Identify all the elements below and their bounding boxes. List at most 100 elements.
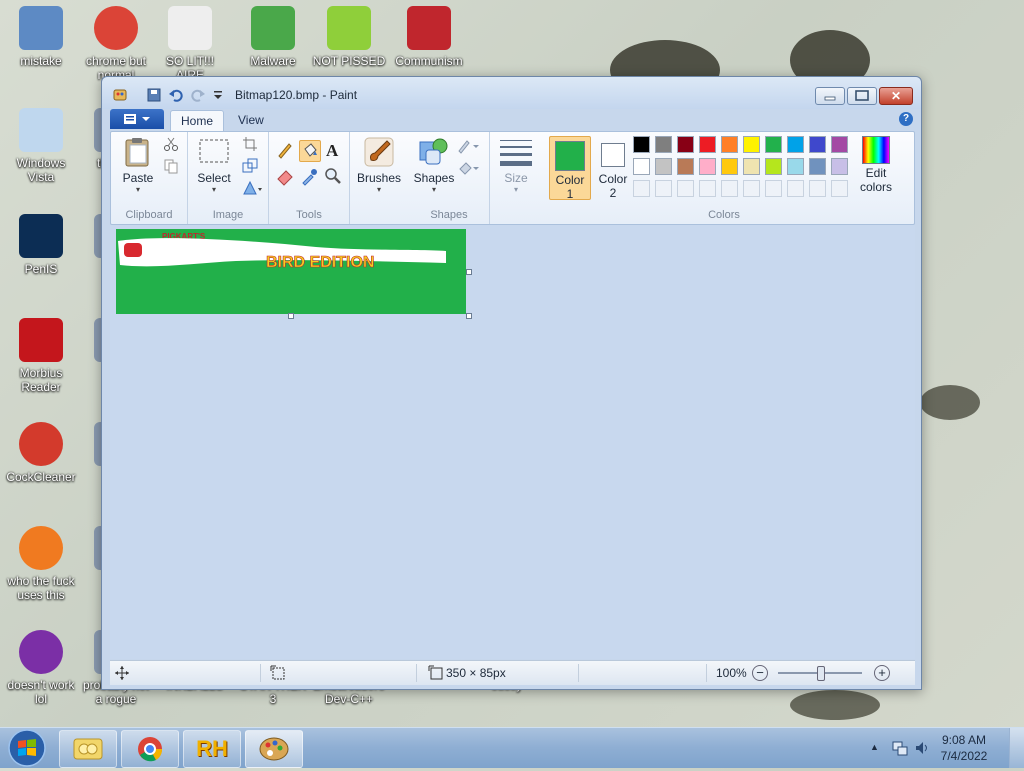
drawing-canvas[interactable]: PIGKART'S BIRD EDITION — [116, 229, 466, 314]
palette-swatch[interactable] — [743, 158, 760, 175]
palette-swatch[interactable] — [633, 158, 650, 175]
desktop-icon[interactable]: who the fuck uses this — [4, 526, 78, 602]
start-button[interactable] — [2, 728, 52, 768]
color-picker-icon[interactable] — [299, 166, 319, 186]
help-icon[interactable]: ? — [899, 112, 913, 126]
desktop-icon[interactable]: Morbius Reader — [4, 318, 78, 394]
taskbar-explorer-button[interactable] — [59, 730, 117, 768]
desktop-icon[interactable]: CockCleaner — [4, 422, 78, 484]
desktop-icon[interactable]: Communism — [392, 6, 466, 68]
palette-empty-swatch[interactable] — [655, 180, 672, 197]
redo-icon[interactable] — [190, 87, 206, 103]
taskbar-chrome-button[interactable] — [121, 730, 179, 768]
desktop-icon[interactable]: doesn't work lol — [4, 630, 78, 706]
zoom-out-button[interactable]: − — [752, 665, 768, 681]
copy-icon[interactable] — [163, 158, 179, 174]
palette-empty-swatch[interactable] — [809, 180, 826, 197]
palette-swatch[interactable] — [831, 136, 848, 153]
palette-empty-swatch[interactable] — [831, 180, 848, 197]
palette-swatch[interactable] — [809, 136, 826, 153]
palette-swatch[interactable] — [699, 158, 716, 175]
cut-icon[interactable] — [163, 136, 179, 152]
edit-colors-line2: colors — [859, 180, 892, 194]
fill-icon[interactable] — [457, 160, 481, 176]
network-icon[interactable] — [892, 740, 908, 759]
resize-handle-right[interactable] — [466, 269, 472, 275]
palette-swatch[interactable] — [787, 136, 804, 153]
palette-swatch[interactable] — [809, 158, 826, 175]
paste-button[interactable]: Paste ▾ — [117, 136, 159, 194]
desktop-icon[interactable]: Windows Vista — [4, 108, 78, 184]
resize-icon[interactable] — [242, 158, 258, 174]
palette-swatch[interactable] — [765, 158, 782, 175]
cursor-position-icon — [114, 665, 130, 684]
fill-bucket-icon[interactable] — [299, 140, 321, 162]
palette-empty-swatch[interactable] — [787, 180, 804, 197]
brushes-button[interactable]: Brushes ▾ — [356, 136, 402, 194]
palette-swatch[interactable] — [721, 136, 738, 153]
minimize-button[interactable] — [815, 87, 845, 105]
close-button[interactable]: ✕ — [879, 87, 913, 105]
palette-swatch[interactable] — [743, 136, 760, 153]
color2-button[interactable]: Color 2 — [593, 136, 633, 200]
computer-icon — [19, 6, 63, 50]
palette-empty-swatch[interactable] — [633, 180, 650, 197]
volume-icon[interactable] — [914, 740, 930, 759]
undo-icon[interactable] — [168, 87, 184, 103]
title-bar[interactable]: Bitmap120.bmp - Paint ✕ — [102, 77, 921, 109]
paint-menu-button[interactable] — [110, 109, 164, 129]
palette-empty-swatch[interactable] — [677, 180, 694, 197]
palette-swatch[interactable] — [721, 158, 738, 175]
size-button[interactable]: Size ▾ — [494, 136, 538, 194]
desktop-icon-label: Windows Vista — [16, 156, 66, 184]
palette-swatch[interactable] — [787, 158, 804, 175]
desktop-icon[interactable]: NOT PISSED — [312, 6, 386, 68]
desktop-icon[interactable]: Malware — [236, 6, 310, 68]
tray-show-hidden-icon[interactable]: ▲ — [870, 742, 879, 752]
pencil-icon[interactable] — [275, 140, 295, 160]
resize-handle-bottom[interactable] — [288, 313, 294, 319]
outline-icon[interactable] — [457, 138, 481, 154]
paint-app-icon[interactable] — [112, 87, 128, 103]
customize-qat-icon[interactable] — [210, 87, 226, 103]
crop-icon[interactable] — [242, 136, 258, 152]
save-icon[interactable] — [146, 87, 162, 103]
desktop-icon[interactable]: mistake — [4, 6, 78, 68]
zoom-slider[interactable] — [778, 666, 862, 681]
canvas-workspace[interactable]: PIGKART'S BIRD EDITION — [110, 225, 915, 659]
select-button[interactable]: Select ▾ — [192, 136, 236, 194]
resize-handle-corner[interactable] — [466, 313, 472, 319]
palette-swatch[interactable] — [677, 136, 694, 153]
palette-empty-swatch[interactable] — [699, 180, 716, 197]
desktop-icon[interactable]: PenIS — [4, 214, 78, 276]
palette-empty-swatch[interactable] — [765, 180, 782, 197]
color1-button[interactable]: Color 1 — [549, 136, 591, 201]
eraser-icon[interactable] — [275, 166, 295, 186]
taskbar-paint-button[interactable] — [245, 730, 303, 768]
rotate-icon[interactable] — [242, 180, 264, 196]
palette-swatch[interactable] — [699, 136, 716, 153]
shapes-button[interactable]: Shapes ▾ — [413, 136, 455, 194]
palette-swatch[interactable] — [655, 158, 672, 175]
palette-swatch[interactable] — [765, 136, 782, 153]
desktop-icon[interactable]: chrome but normal — [79, 6, 153, 82]
zoom-in-button[interactable]: + — [874, 665, 890, 681]
desktop-icon[interactable]: SO LIT!!! AIRE — [153, 6, 227, 82]
tab-home[interactable]: Home — [170, 110, 225, 132]
palette-swatch[interactable] — [655, 136, 672, 153]
edit-colors-button[interactable]: Edit colors — [853, 136, 899, 194]
taskbar-rh-button[interactable]: RH — [183, 730, 241, 768]
palette-swatch[interactable] — [831, 158, 848, 175]
text-icon[interactable]: A — [323, 140, 343, 160]
maximize-button[interactable] — [847, 87, 877, 105]
magnifier-icon[interactable] — [323, 166, 343, 186]
palette-empty-swatch[interactable] — [743, 180, 760, 197]
tab-view[interactable]: View — [228, 110, 274, 131]
palette-swatch[interactable] — [677, 158, 694, 175]
palette-swatch[interactable] — [633, 136, 650, 153]
zoom-slider-thumb[interactable] — [817, 666, 825, 681]
clock[interactable]: 9:08 AM 7/4/2022 — [934, 732, 994, 764]
show-desktop-button[interactable] — [1009, 728, 1024, 768]
paste-label: Paste — [122, 171, 154, 185]
palette-empty-swatch[interactable] — [721, 180, 738, 197]
